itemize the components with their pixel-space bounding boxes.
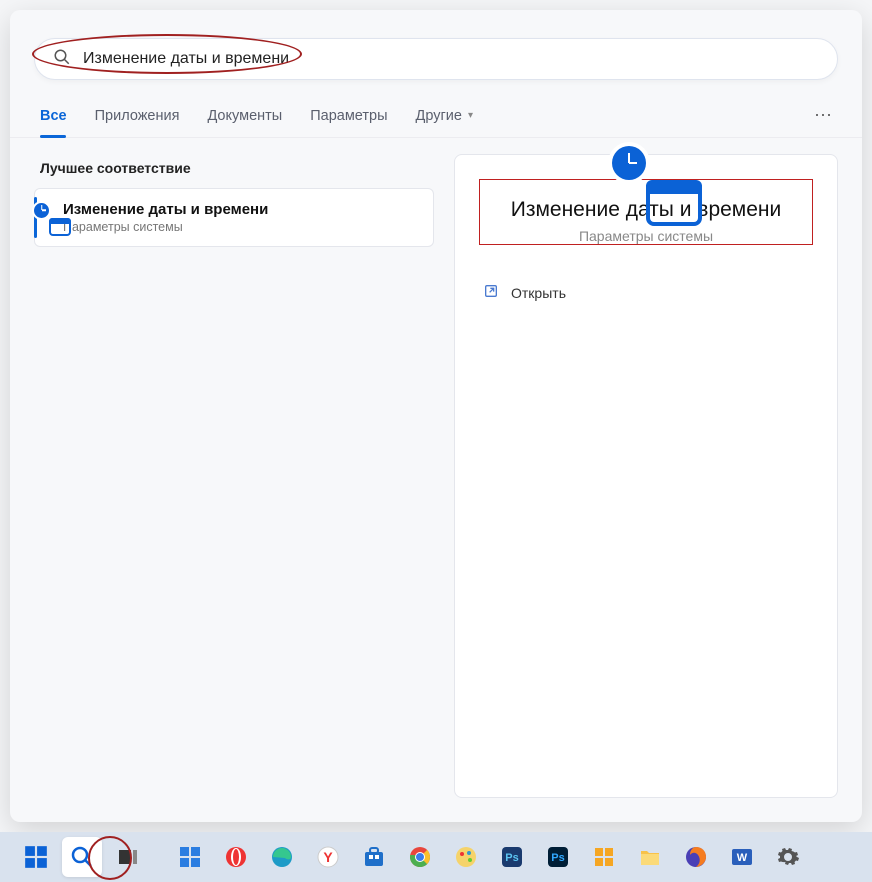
tab-documents[interactable]: Документы <box>207 94 282 137</box>
chevron-down-icon: ▾ <box>468 110 473 121</box>
search-input[interactable] <box>83 50 819 68</box>
taskbar: Y Ps Ps W <box>0 832 872 882</box>
preview-actions: Открыть <box>479 261 813 310</box>
result-title: Изменение даты и времени <box>63 201 268 218</box>
svg-text:Ps: Ps <box>551 852 564 864</box>
taskbar-app-opera[interactable] <box>216 837 256 877</box>
result-text: Изменение даты и времени Параметры систе… <box>63 201 268 234</box>
section-best-match: Лучшее соответствие <box>40 160 428 176</box>
open-icon <box>483 283 499 302</box>
taskbar-app-photoshop-1[interactable]: Ps <box>492 837 532 877</box>
taskbar-app-yandex[interactable]: Y <box>308 837 348 877</box>
tab-more-label: Другие <box>416 108 462 124</box>
content-area: Лучшее соответствие Изменение даты и вре… <box>10 138 862 822</box>
taskbar-app-firefox[interactable] <box>676 837 716 877</box>
results-column: Лучшее соответствие Изменение даты и вре… <box>34 154 434 798</box>
action-open-label: Открыть <box>511 285 566 301</box>
taskbar-taskview-button[interactable] <box>108 837 148 877</box>
svg-text:W: W <box>737 852 748 864</box>
svg-text:Ps: Ps <box>505 852 518 864</box>
preview-column: Изменение даты и времени Параметры систе… <box>454 154 838 798</box>
preview-subtitle: Параметры системы <box>579 228 713 244</box>
taskbar-app-paint[interactable] <box>446 837 486 877</box>
svg-text:Y: Y <box>323 849 333 865</box>
result-item-datetime[interactable]: Изменение даты и времени Параметры систе… <box>34 188 434 247</box>
tab-settings[interactable]: Параметры <box>310 94 387 137</box>
taskbar-app-settings[interactable] <box>768 837 808 877</box>
tab-apps[interactable]: Приложения <box>95 94 180 137</box>
taskbar-app-word[interactable]: W <box>722 837 762 877</box>
preview-card: Изменение даты и времени Параметры систе… <box>479 179 813 245</box>
taskbar-app-explorer[interactable] <box>630 837 670 877</box>
overflow-menu-button[interactable]: ⋯ <box>814 105 832 126</box>
tab-more[interactable]: Другие ▾ <box>416 94 473 137</box>
taskbar-widgets-button[interactable] <box>170 837 210 877</box>
taskbar-start-button[interactable] <box>16 837 56 877</box>
search-icon <box>53 48 71 71</box>
search-bar-area <box>10 10 862 94</box>
taskbar-app-store[interactable] <box>354 837 394 877</box>
result-subtitle: Параметры системы <box>63 220 268 234</box>
taskbar-app-fences[interactable] <box>584 837 624 877</box>
search-window: Все Приложения Документы Параметры Други… <box>10 10 862 822</box>
filter-tabs: Все Приложения Документы Параметры Други… <box>10 94 862 138</box>
search-bar[interactable] <box>34 38 838 80</box>
taskbar-app-chrome[interactable] <box>400 837 440 877</box>
taskbar-app-photoshop-2[interactable]: Ps <box>538 837 578 877</box>
tab-all[interactable]: Все <box>40 94 67 137</box>
taskbar-app-edge[interactable] <box>262 837 302 877</box>
taskbar-search-button[interactable] <box>62 837 102 877</box>
action-open[interactable]: Открыть <box>479 275 813 310</box>
